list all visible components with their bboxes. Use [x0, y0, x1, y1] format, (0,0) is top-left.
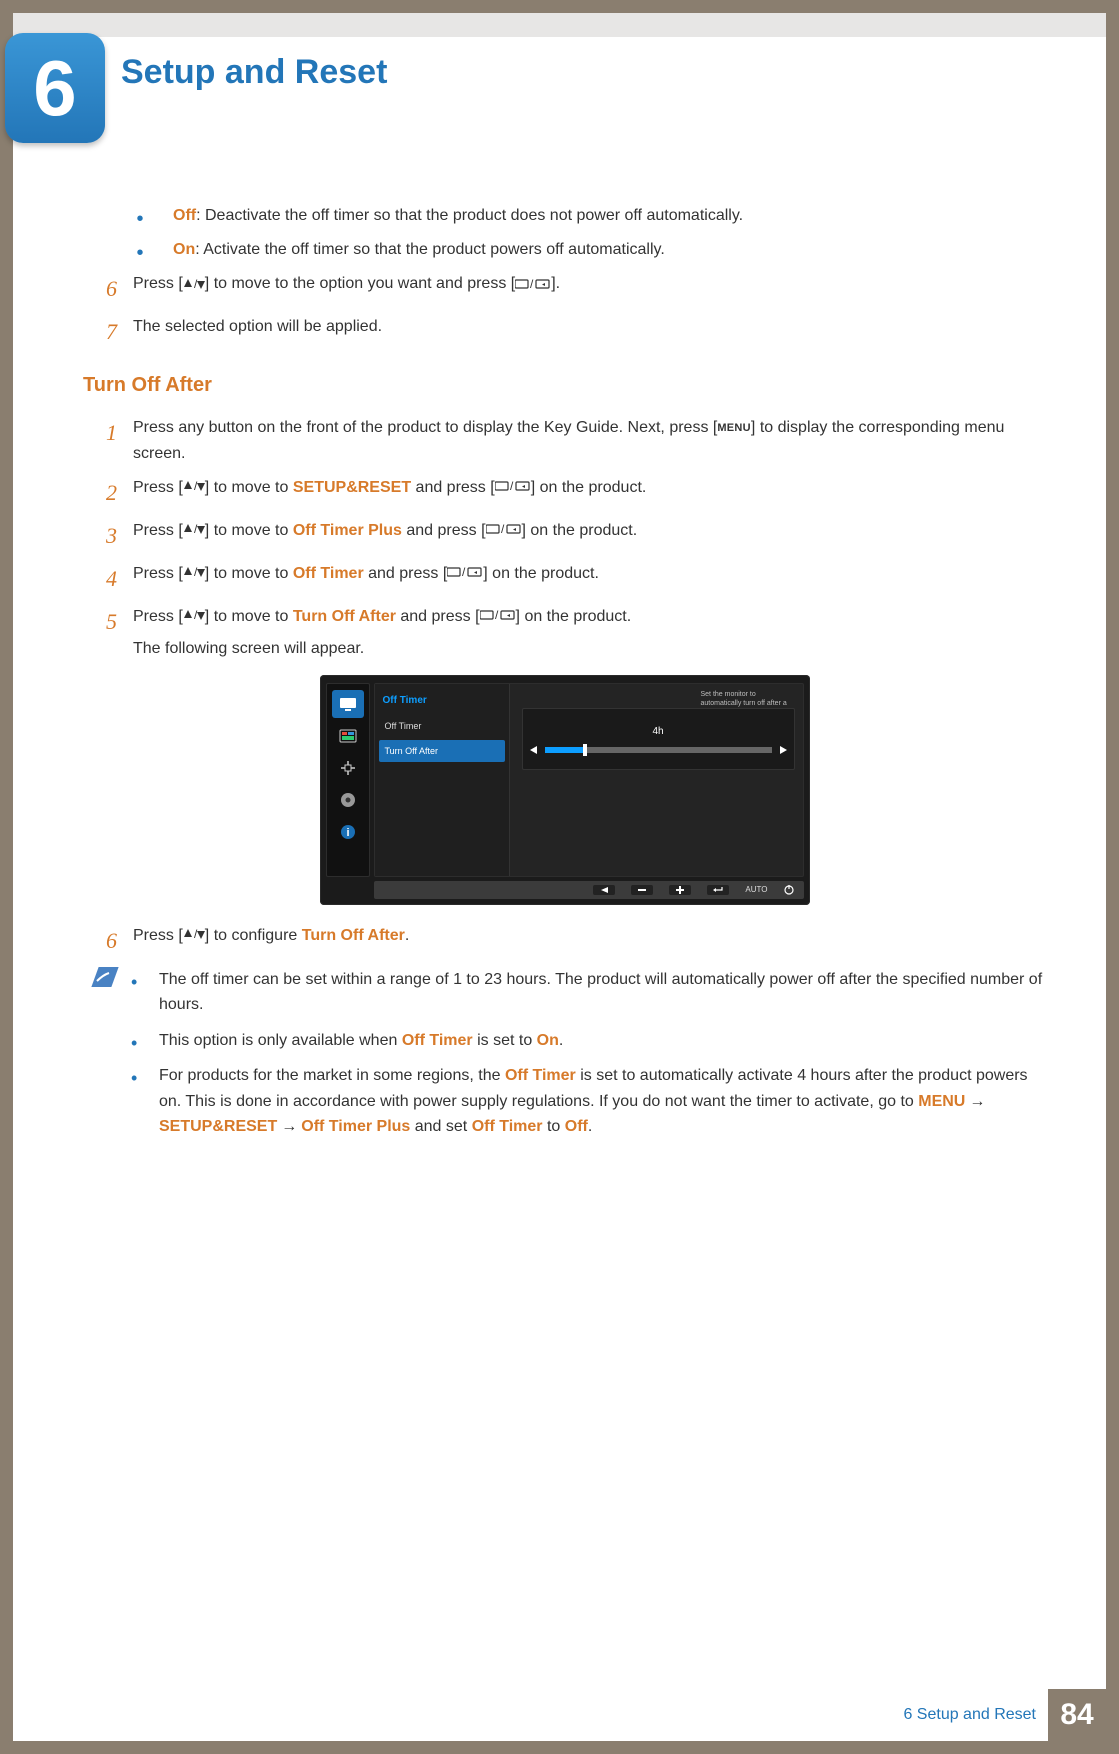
bullet-dot: • — [123, 203, 157, 229]
osd-minus-icon — [631, 885, 653, 895]
note-1: The off timer can be set within a range … — [159, 967, 1046, 1018]
svg-text:/: / — [194, 928, 198, 940]
up-down-icon: / — [183, 275, 205, 292]
step-7-text: The selected option will be applied. — [133, 314, 382, 349]
osd-sb-display-icon — [332, 690, 364, 718]
osd-auto-label: AUTO — [745, 884, 767, 897]
rect-enter-icon: / — [515, 275, 551, 292]
osd-power-icon — [784, 885, 794, 895]
chapter-badge: 6 — [5, 33, 105, 143]
svg-text:/: / — [194, 523, 198, 535]
note-icon — [89, 967, 115, 987]
menu-key-icon: MENU — [717, 422, 751, 434]
step-6-text: Press [/] to move to the option you want… — [133, 271, 560, 306]
step-number-2: 2 — [83, 475, 117, 510]
toa-step-5: Press [/] to move to Turn Off After and … — [133, 604, 631, 661]
svg-text:/: / — [194, 566, 198, 578]
chapter-number: 6 — [33, 43, 76, 134]
up-down-icon: / — [183, 523, 205, 535]
svg-text:/: / — [530, 278, 534, 290]
rect-enter-icon: / — [447, 566, 483, 578]
osd-screenshot: i Off Timer Off Timer Turn Off After Set… — [320, 675, 810, 905]
note-3: For products for the market in some regi… — [159, 1063, 1046, 1140]
toa-step-1: Press any button on the front of the pro… — [133, 415, 1046, 466]
right-arrow-icon — [780, 746, 788, 754]
rect-enter-icon: / — [486, 523, 522, 535]
osd-title: Off Timer — [379, 690, 505, 715]
osd-nav-left-icon — [593, 885, 615, 895]
svg-text:/: / — [194, 480, 198, 492]
osd-plus-icon — [669, 885, 691, 895]
bullet-dot: • — [131, 1063, 145, 1140]
footer: 6 Setup and Reset 84 — [13, 1689, 1106, 1741]
footer-label: 6 Setup and Reset — [903, 1706, 1036, 1724]
up-down-icon: / — [183, 566, 205, 578]
svg-text:/: / — [194, 609, 198, 621]
osd-option-turn-off-after: Turn Off After — [379, 740, 505, 762]
svg-text:i: i — [346, 827, 349, 839]
section-heading: Turn Off After — [83, 369, 1046, 401]
step-number-4: 4 — [83, 561, 117, 596]
rect-enter-icon: / — [495, 480, 531, 492]
osd-option-off-timer: Off Timer — [379, 715, 505, 737]
up-down-icon: / — [183, 609, 205, 621]
osd-value: 4h — [652, 724, 663, 740]
osd-slider: 4h — [522, 708, 795, 770]
bullet-dot: • — [123, 237, 157, 263]
osd-enter-icon — [707, 885, 729, 895]
page-number: 84 — [1048, 1689, 1106, 1741]
osd-sidebar: i — [326, 683, 370, 877]
bullet-dot: • — [131, 967, 145, 1018]
svg-text:/: / — [462, 566, 466, 578]
osd-sb-picture-icon — [332, 722, 364, 750]
svg-text:/: / — [501, 523, 505, 535]
step-number-5: 5 — [83, 604, 117, 661]
toa-step-3: Press [/] to move to Off Timer Plus and … — [133, 518, 637, 553]
step-number-1: 1 — [83, 415, 117, 466]
svg-text:/: / — [194, 278, 198, 290]
osd-sb-size-icon — [332, 754, 364, 782]
toa-step-4: Press [/] to move to Off Timer and press… — [133, 561, 599, 596]
up-down-icon: / — [183, 480, 205, 492]
svg-text:/: / — [495, 609, 499, 621]
left-arrow-icon — [529, 746, 537, 754]
osd-button-bar: AUTO — [374, 881, 804, 899]
svg-text:/: / — [510, 480, 514, 492]
bullet-dot: • — [131, 1028, 145, 1054]
osd-main: Off Timer Off Timer Turn Off After Set t… — [374, 683, 804, 877]
osd-sb-info-icon: i — [332, 818, 364, 846]
osd-sb-settings-icon — [332, 786, 364, 814]
toa-step-2: Press [/] to move to SETUP&RESET and pre… — [133, 475, 646, 510]
rect-enter-icon: / — [480, 609, 516, 621]
note-2: This option is only available when Off T… — [159, 1028, 563, 1054]
step-number-3: 3 — [83, 518, 117, 553]
chapter-title: Setup and Reset — [121, 53, 387, 92]
step-number-6: 6 — [83, 271, 117, 306]
bullet-off: Off: Deactivate the off timer so that th… — [173, 203, 1046, 229]
step-number-7: 7 — [83, 314, 117, 349]
up-down-icon: / — [183, 928, 205, 940]
bullet-on: On: Activate the off timer so that the p… — [173, 237, 1046, 263]
step-number-6b: 6 — [83, 923, 117, 958]
toa-step-6: Press [/] to configure Turn Off After. — [133, 923, 409, 958]
